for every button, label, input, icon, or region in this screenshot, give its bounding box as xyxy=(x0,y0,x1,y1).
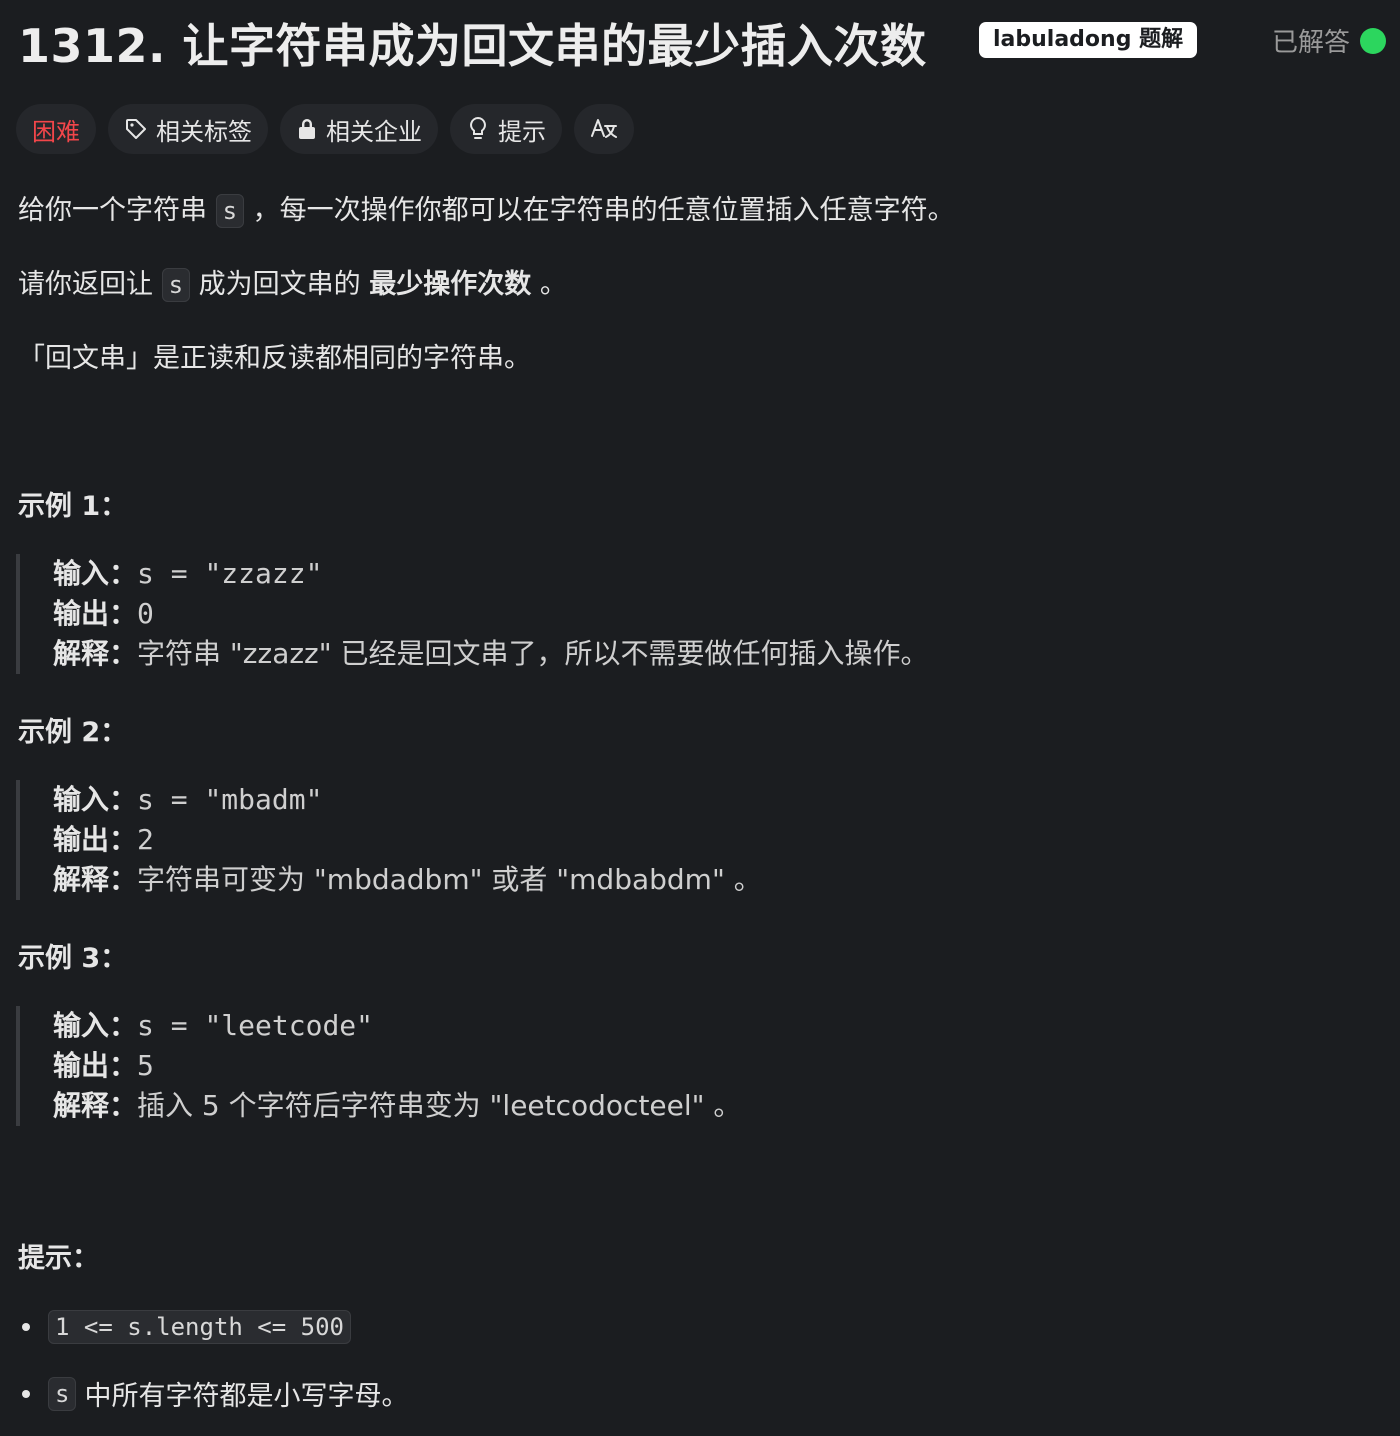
related-companies-button[interactable]: 相关企业 xyxy=(280,104,438,154)
tag-row: 困难 相关标签 相关企业 提示 xyxy=(16,104,634,154)
constraints-title: 提示： xyxy=(18,1243,99,1274)
related-companies-label: 相关企业 xyxy=(326,117,422,146)
example-explanation: 解释：插入 5 个字符后字符串变为 "leetcodocteel" 。 xyxy=(53,1089,742,1122)
difficulty-label: 困难 xyxy=(32,117,80,146)
example-3-title: 示例 3： xyxy=(18,943,128,974)
constraint-item-2: s 中所有字符都是小写字母。 xyxy=(22,1374,408,1413)
description-paragraph-2: 请你返回让 s 成为回文串的 最少操作次数 。 xyxy=(18,268,567,302)
translate-icon xyxy=(590,116,618,142)
bullet-icon xyxy=(22,1323,30,1331)
example-1-block: 输入：s = "zzazz" 输出：0 解释：字符串 "zzazz" 已经是回文… xyxy=(16,554,929,674)
bold-text: 最少操作次数 xyxy=(369,269,532,300)
example-explanation: 解释：字符串 "zzazz" 已经是回文串了，所以不需要做任何插入操作。 xyxy=(53,637,929,670)
constraint-code: 1 <= s.length <= 500 xyxy=(48,1310,351,1344)
difficulty-tag[interactable]: 困难 xyxy=(16,104,96,154)
example-3-block: 输入：s = "leetcode" 输出：5 解释：插入 5 个字符后字符串变为… xyxy=(16,1006,741,1126)
example-1-title: 示例 1： xyxy=(18,491,128,522)
hints-button[interactable]: 提示 xyxy=(450,104,562,154)
example-input: 输入：s = "mbadm" xyxy=(53,783,323,816)
solved-check-icon xyxy=(1360,27,1386,54)
example-2-title: 示例 2： xyxy=(18,717,128,748)
example-explanation: 解释：字符串可变为 "mbdadbm" 或者 "mdbabdm" 。 xyxy=(53,863,762,896)
solved-status: 已解答 xyxy=(1272,22,1386,59)
example-input: 输入：s = "leetcode" xyxy=(53,1009,374,1042)
problem-title: 1312. 让字符串成为回文串的最少插入次数 xyxy=(18,19,927,73)
bullet-icon xyxy=(22,1389,30,1398)
related-tags-label: 相关标签 xyxy=(156,117,252,146)
tag-icon xyxy=(124,117,148,141)
example-output: 输出：5 xyxy=(53,1049,154,1082)
hints-label: 提示 xyxy=(498,117,546,146)
lightbulb-icon xyxy=(466,116,490,142)
description-paragraph-3: 「回文串」是正读和反读都相同的字符串。 xyxy=(18,343,531,374)
description-paragraph-1: 给你一个字符串 s ，每一次操作你都可以在字符串的任意位置插入任意字符。 xyxy=(18,194,955,228)
inline-code-s: s xyxy=(215,194,245,228)
constraint-item-1: 1 <= s.length <= 500 xyxy=(22,1310,351,1344)
inline-code-s: s xyxy=(48,1376,77,1411)
lock-icon xyxy=(296,117,318,141)
related-tags-button[interactable]: 相关标签 xyxy=(108,104,268,154)
example-input: 输入：s = "zzazz" xyxy=(53,557,323,590)
solved-status-label: 已解答 xyxy=(1271,28,1350,58)
example-output: 输出：0 xyxy=(53,597,154,630)
example-2-block: 输入：s = "mbadm" 输出：2 解释：字符串可变为 "mbdadbm" … xyxy=(16,780,762,900)
labuladong-solution-badge[interactable]: labuladong 题解 xyxy=(979,22,1198,58)
problem-page: 1312. 让字符串成为回文串的最少插入次数 labuladong 题解 已解答… xyxy=(0,0,1400,1436)
translate-button[interactable] xyxy=(574,104,634,154)
inline-code-s: s xyxy=(161,268,191,302)
example-output: 输出：2 xyxy=(53,823,154,856)
